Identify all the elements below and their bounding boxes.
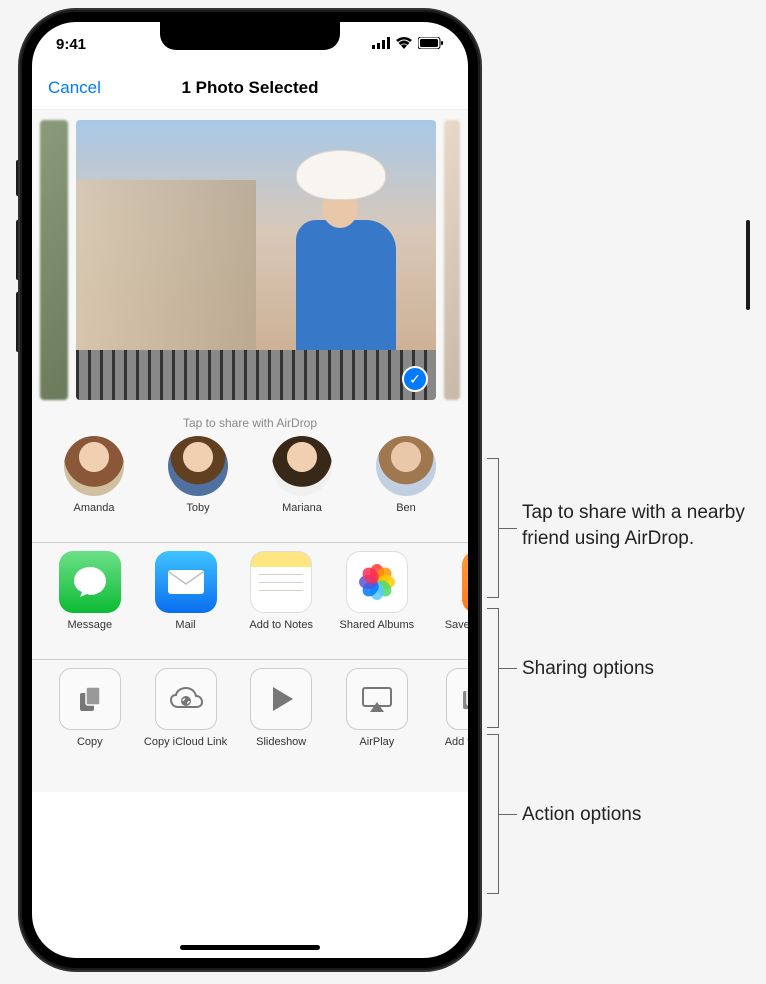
share-app-message[interactable]: Message [42,551,138,645]
app-label: Shared Albums [340,619,415,645]
avatar [168,436,228,496]
copy-icon [59,668,121,730]
photos-icon [346,551,408,613]
callout-bracket [487,734,499,894]
callout-line [499,668,517,669]
action-slideshow[interactable]: Slideshow [233,668,329,762]
contact-name: Ben [396,502,416,528]
action-label: Slideshow [256,736,306,762]
action-add-to-album[interactable]: Add to Album [425,668,468,762]
notch [160,22,340,50]
books-icon [462,551,468,613]
status-time: 9:41 [56,36,86,53]
app-label: Add to Notes [249,619,313,645]
airplay-icon [346,668,408,730]
action-copy-icloud-link[interactable]: Copy iCloud Link [138,668,234,762]
action-copy[interactable]: Copy [42,668,138,762]
contact-name: Mariana [282,502,322,528]
app-label: Mail [175,619,195,645]
share-app-books[interactable]: Save PDF to Books [425,551,468,645]
callout-airdrop: Tap to share with a nearby friend using … [522,500,752,551]
action-label: Add to Album [445,736,468,762]
avatar [376,436,436,496]
action-label: Copy [77,736,103,762]
contact-name: Amanda [74,502,115,528]
callout-line [499,814,517,815]
callout-actions: Action options [522,802,641,828]
app-label: Save PDF to Books [445,619,468,645]
photo-thumb-next[interactable] [444,120,460,400]
callout-line [499,528,517,529]
add-album-icon [446,668,468,730]
battery-icon [418,36,444,53]
action-label: AirPlay [359,736,394,762]
airdrop-contact[interactable]: Ben [354,436,458,528]
page-title: 1 Photo Selected [182,78,319,98]
avatar [272,436,332,496]
message-icon [59,551,121,613]
notes-icon [250,551,312,613]
cancel-button[interactable]: Cancel [48,78,101,98]
share-app-notes[interactable]: Add to Notes [233,551,329,645]
airdrop-contact[interactable]: Mariana [250,436,354,528]
check-icon: ✓ [402,366,428,392]
nav-bar: Cancel 1 Photo Selected [32,66,468,110]
airdrop-contact[interactable]: Toby [146,436,250,528]
wifi-icon [396,36,412,53]
mail-icon [155,551,217,613]
screen: 9:41 Cancel 1 Photo Selected [32,22,468,958]
apps-row: Message Mail Add to Notes [32,543,468,660]
share-app-mail[interactable]: Mail [138,551,234,645]
signal-icon [372,36,390,53]
callout-bracket [487,608,499,728]
airdrop-row: Amanda Toby Mariana Ben [32,432,468,543]
callout-bracket [487,458,499,598]
app-label: Message [68,619,113,645]
action-airplay[interactable]: AirPlay [329,668,425,762]
contact-name: Toby [186,502,209,528]
play-icon [250,668,312,730]
phone-frame: 9:41 Cancel 1 Photo Selected [20,10,480,970]
cloud-link-icon [155,668,217,730]
callout-sharing: Sharing options [522,656,654,682]
airdrop-contact[interactable]: Amanda [42,436,146,528]
action-label: Copy iCloud Link [144,736,227,762]
actions-row: Copy Copy iCloud Link Slideshow [32,660,468,792]
share-app-shared-albums[interactable]: Shared Albums [329,551,425,645]
photo-thumb-selected[interactable]: ✓ [76,120,436,400]
home-indicator[interactable] [180,945,320,950]
photo-thumb-prev[interactable] [40,120,68,400]
airdrop-label: Tap to share with AirDrop [32,410,468,432]
photo-strip[interactable]: ✓ [32,110,468,410]
avatar [64,436,124,496]
